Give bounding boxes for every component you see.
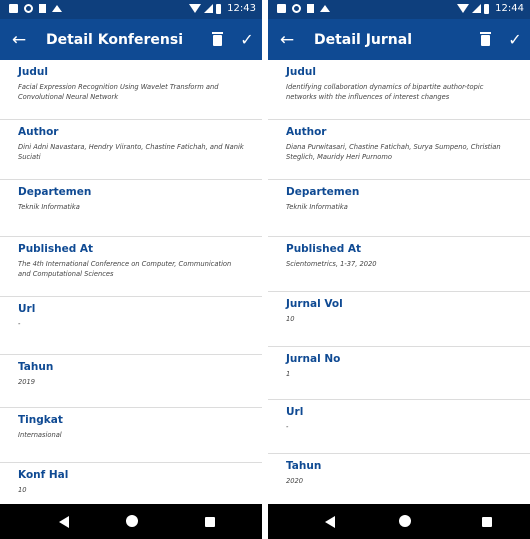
field-tingkat: Tingkat Internasional bbox=[0, 408, 262, 463]
delete-button[interactable] bbox=[470, 19, 500, 60]
field-label: Author bbox=[18, 126, 59, 138]
field-judul: Judul Identifying collaboration dynamics… bbox=[268, 60, 530, 120]
save-button[interactable]: ✓ bbox=[500, 19, 530, 60]
arrow-left-icon: ← bbox=[279, 29, 295, 50]
field-label: Published At bbox=[286, 243, 362, 255]
nav-recents-icon[interactable] bbox=[482, 517, 492, 527]
field-judul: Judul Facial Expression Recognition Usin… bbox=[0, 60, 262, 120]
battery-icon bbox=[484, 3, 490, 14]
field-label: Author bbox=[286, 126, 327, 138]
field-value: 1 bbox=[286, 370, 291, 378]
field-label: Url bbox=[18, 303, 36, 315]
status-time: 12:44 bbox=[495, 3, 524, 14]
status-bar: 12:43 bbox=[0, 0, 262, 19]
phone-screen-detail-jurnal: 12:44 ← Detail Jurnal ✓ Judul Identifyin… bbox=[268, 0, 530, 539]
field-value: Facial Expression Recognition Using Wave… bbox=[18, 83, 219, 101]
check-icon: ✓ bbox=[240, 30, 254, 49]
document-icon bbox=[307, 4, 314, 13]
page-title: Detail Jurnal bbox=[314, 31, 413, 48]
field-author: Author Diana Purwitasari, Chastine Fatic… bbox=[268, 120, 530, 180]
back-button[interactable]: ← bbox=[2, 19, 36, 60]
detail-list: Judul Facial Expression Recognition Usin… bbox=[0, 60, 262, 504]
field-departemen: Departemen Teknik Informatika bbox=[0, 180, 262, 237]
field-label: Tahun bbox=[286, 460, 322, 472]
field-published-at: Published At Scientometrics, 1-37, 2020 bbox=[268, 237, 530, 292]
sync-icon bbox=[292, 4, 301, 13]
field-value: 2019 bbox=[18, 378, 36, 386]
field-value: Internasional bbox=[18, 431, 62, 439]
field-label: Departemen bbox=[286, 186, 360, 198]
field-value: 2020 bbox=[286, 477, 304, 485]
battery-icon bbox=[216, 3, 222, 14]
wifi-icon bbox=[457, 4, 470, 13]
field-tahun: Tahun 2019 bbox=[0, 355, 262, 408]
delete-button[interactable] bbox=[202, 19, 232, 60]
field-label: Published At bbox=[18, 243, 94, 255]
status-bar: 12:44 bbox=[268, 0, 530, 19]
field-label: Tingkat bbox=[18, 414, 63, 426]
nav-back-icon[interactable] bbox=[59, 516, 69, 528]
field-value: Scientometrics, 1-37, 2020 bbox=[286, 260, 377, 268]
field-value: Diana Purwitasari, Chastine Fatichah, Su… bbox=[286, 143, 501, 161]
field-jurnal-no: Jurnal No 1 bbox=[268, 347, 530, 400]
warning-icon bbox=[320, 5, 330, 12]
navigation-bar bbox=[0, 504, 262, 539]
app-bar: ← Detail Konferensi ✓ bbox=[0, 19, 262, 60]
sync-icon bbox=[24, 4, 33, 13]
field-label: Judul bbox=[286, 66, 316, 78]
field-value: Teknik Informatika bbox=[286, 203, 348, 211]
navigation-bar bbox=[268, 504, 530, 539]
signal-icon bbox=[472, 4, 482, 13]
field-value: The 4th International Conference on Comp… bbox=[18, 260, 232, 278]
trash-icon bbox=[479, 32, 491, 46]
field-author: Author Dini Adni Navastara, Hendry Viira… bbox=[0, 120, 262, 180]
save-button[interactable]: ✓ bbox=[232, 19, 262, 60]
field-url: Url - bbox=[268, 400, 530, 454]
field-jurnal-vol: Jurnal Vol 10 bbox=[268, 292, 530, 347]
trash-icon bbox=[211, 32, 223, 46]
field-value: Teknik Informatika bbox=[18, 203, 80, 211]
field-value: Dini Adni Navastara, Hendry Viiranto, Ch… bbox=[18, 143, 244, 161]
nav-back-icon[interactable] bbox=[325, 516, 335, 528]
field-label: Jurnal Vol bbox=[286, 298, 343, 310]
app-bar: ← Detail Jurnal ✓ bbox=[268, 19, 530, 60]
arrow-left-icon: ← bbox=[11, 29, 27, 50]
field-label: Url bbox=[286, 406, 304, 418]
field-tahun: Tahun 2020 bbox=[268, 454, 530, 504]
check-icon: ✓ bbox=[508, 30, 522, 49]
field-label: Departemen bbox=[18, 186, 92, 198]
nav-home-icon[interactable] bbox=[126, 515, 138, 527]
field-label: Jurnal No bbox=[286, 353, 341, 365]
nav-recents-icon[interactable] bbox=[205, 517, 215, 527]
field-label: Judul bbox=[18, 66, 48, 78]
field-konf-hal: Konf Hal 10 bbox=[0, 463, 262, 504]
phone-screen-detail-konferensi: 12:43 ← Detail Konferensi ✓ Judul Facial… bbox=[0, 0, 262, 539]
nav-home-icon[interactable] bbox=[399, 515, 411, 527]
field-value: - bbox=[286, 423, 289, 431]
signal-icon bbox=[204, 4, 214, 13]
field-value: - bbox=[18, 320, 21, 328]
field-published-at: Published At The 4th International Confe… bbox=[0, 237, 262, 297]
mail-icon bbox=[277, 4, 286, 13]
page-title: Detail Konferensi bbox=[46, 31, 183, 48]
wifi-icon bbox=[189, 4, 202, 13]
status-time: 12:43 bbox=[227, 3, 256, 14]
field-value: Identifying collaboration dynamics of bi… bbox=[286, 83, 484, 101]
field-url: Url - bbox=[0, 297, 262, 355]
field-label: Tahun bbox=[18, 361, 54, 373]
mail-icon bbox=[9, 4, 18, 13]
detail-list: Judul Identifying collaboration dynamics… bbox=[268, 60, 530, 504]
warning-icon bbox=[52, 5, 62, 12]
back-button[interactable]: ← bbox=[270, 19, 304, 60]
field-value: 10 bbox=[18, 486, 27, 494]
field-label: Konf Hal bbox=[18, 469, 69, 481]
field-value: 10 bbox=[286, 315, 295, 323]
field-departemen: Departemen Teknik Informatika bbox=[268, 180, 530, 237]
document-icon bbox=[39, 4, 46, 13]
